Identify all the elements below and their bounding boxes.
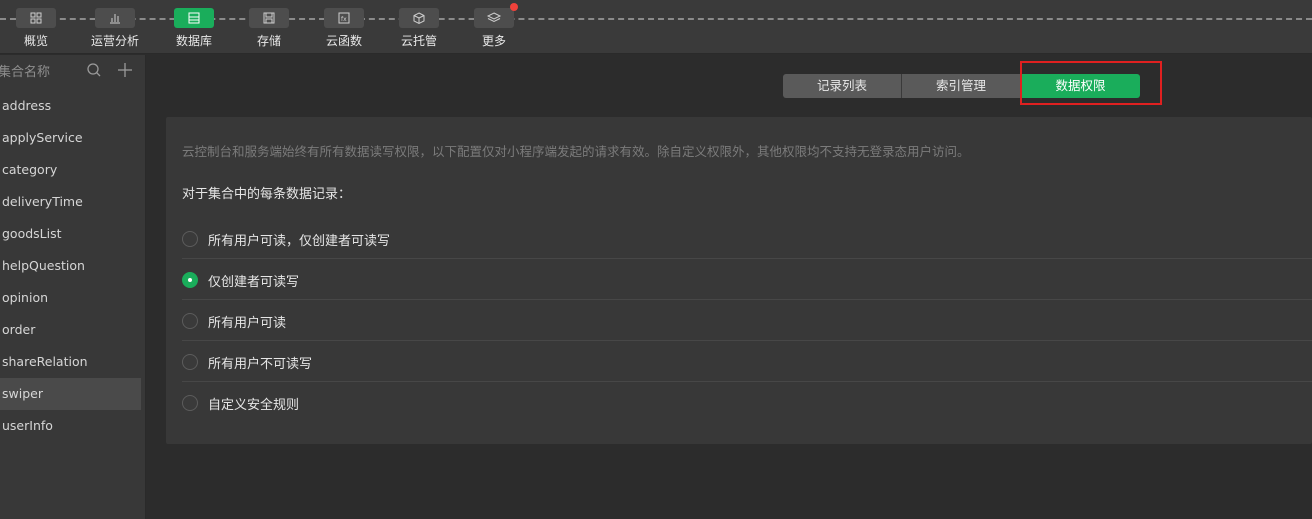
- toolbar-database[interactable]: 数据库: [164, 0, 224, 54]
- sidebar-header: 集合名称: [0, 55, 145, 85]
- permission-option-label: 自定义安全规则: [208, 398, 300, 413]
- main-content: 记录列表 索引管理 数据权限 云控制台和服务端始终有所有数据读写权限，以下配置仅…: [147, 55, 1312, 519]
- permissions-subtitle: 对于集合中的每条数据记录：: [182, 187, 352, 202]
- top-toolbar: 概览 运营分析 数据库 存储 fx 云函数 云托管 更多: [0, 0, 1312, 54]
- toolbar-overview[interactable]: 概览: [6, 0, 66, 54]
- permission-option[interactable]: 所有用户可读: [182, 300, 1312, 341]
- collection-item[interactable]: category: [0, 154, 141, 186]
- highlight-box: [1020, 61, 1162, 105]
- tab-index-management[interactable]: 索引管理: [902, 74, 1021, 98]
- permission-option-selected[interactable]: 仅创建者可读写: [182, 259, 1312, 300]
- radio-button[interactable]: [182, 231, 198, 247]
- search-icon[interactable]: [86, 62, 102, 78]
- permission-option[interactable]: 所有用户不可读写: [182, 341, 1312, 382]
- collection-item[interactable]: goodsList: [0, 218, 141, 250]
- toolbar-storage-label: 存储: [256, 34, 281, 48]
- toolbar-cloud-hosting-label: 云托管: [400, 34, 437, 48]
- add-collection-icon[interactable]: [117, 62, 133, 78]
- collection-item[interactable]: opinion: [0, 282, 141, 314]
- radio-button-checked[interactable]: [182, 272, 198, 288]
- permission-option-label: 所有用户可读，仅创建者可读写: [208, 234, 391, 249]
- radio-button[interactable]: [182, 395, 198, 411]
- collection-item[interactable]: helpQuestion: [0, 250, 141, 282]
- toolbar-cloud-function[interactable]: fx 云函数: [314, 0, 374, 54]
- collection-item[interactable]: deliveryTime: [0, 186, 141, 218]
- radio-button[interactable]: [182, 313, 198, 329]
- collection-item[interactable]: userInfo: [0, 410, 141, 442]
- notification-dot: [510, 3, 518, 11]
- analytics-icon: [95, 8, 135, 28]
- more-layers-icon: [474, 8, 514, 28]
- collection-item[interactable]: address: [0, 90, 141, 122]
- cloud-function-icon: fx: [324, 8, 364, 28]
- sidebar-title: 集合名称: [0, 65, 51, 80]
- radio-button[interactable]: [182, 354, 198, 370]
- overview-icon: [16, 8, 56, 28]
- collection-sidebar: 集合名称 address applyService category deliv…: [0, 55, 146, 519]
- permissions-panel: 云控制台和服务端始终有所有数据读写权限，以下配置仅对小程序端发起的请求有效。除自…: [166, 117, 1312, 444]
- toolbar-analytics-label: 运营分析: [90, 34, 139, 48]
- collection-item[interactable]: order: [0, 314, 141, 346]
- permission-option-label: 所有用户不可读写: [208, 357, 313, 372]
- permission-option[interactable]: 自定义安全规则: [182, 382, 1312, 423]
- toolbar-storage[interactable]: 存储: [239, 0, 299, 54]
- cloud-hosting-icon: [399, 8, 439, 28]
- collection-item[interactable]: applyService: [0, 122, 141, 154]
- toolbar-more-label: 更多: [481, 34, 506, 48]
- toolbar-analytics[interactable]: 运营分析: [85, 0, 145, 54]
- svg-text:fx: fx: [341, 16, 347, 23]
- toolbar-database-label: 数据库: [175, 34, 212, 48]
- toolbar-cloud-function-label: 云函数: [325, 34, 362, 48]
- permission-option-label: 仅创建者可读写: [208, 275, 300, 290]
- collection-item[interactable]: shareRelation: [0, 346, 141, 378]
- toolbar-overview-label: 概览: [23, 34, 48, 48]
- toolbar-cloud-hosting[interactable]: 云托管: [389, 0, 449, 54]
- permissions-description: 云控制台和服务端始终有所有数据读写权限，以下配置仅对小程序端发起的请求有效。除自…: [182, 144, 970, 159]
- collection-item-selected[interactable]: swiper: [0, 378, 141, 410]
- permission-option-label: 所有用户可读: [208, 316, 287, 331]
- permission-option[interactable]: 所有用户可读，仅创建者可读写: [182, 218, 1312, 259]
- storage-icon: [249, 8, 289, 28]
- database-icon: [174, 8, 214, 28]
- tab-record-list[interactable]: 记录列表: [783, 74, 902, 98]
